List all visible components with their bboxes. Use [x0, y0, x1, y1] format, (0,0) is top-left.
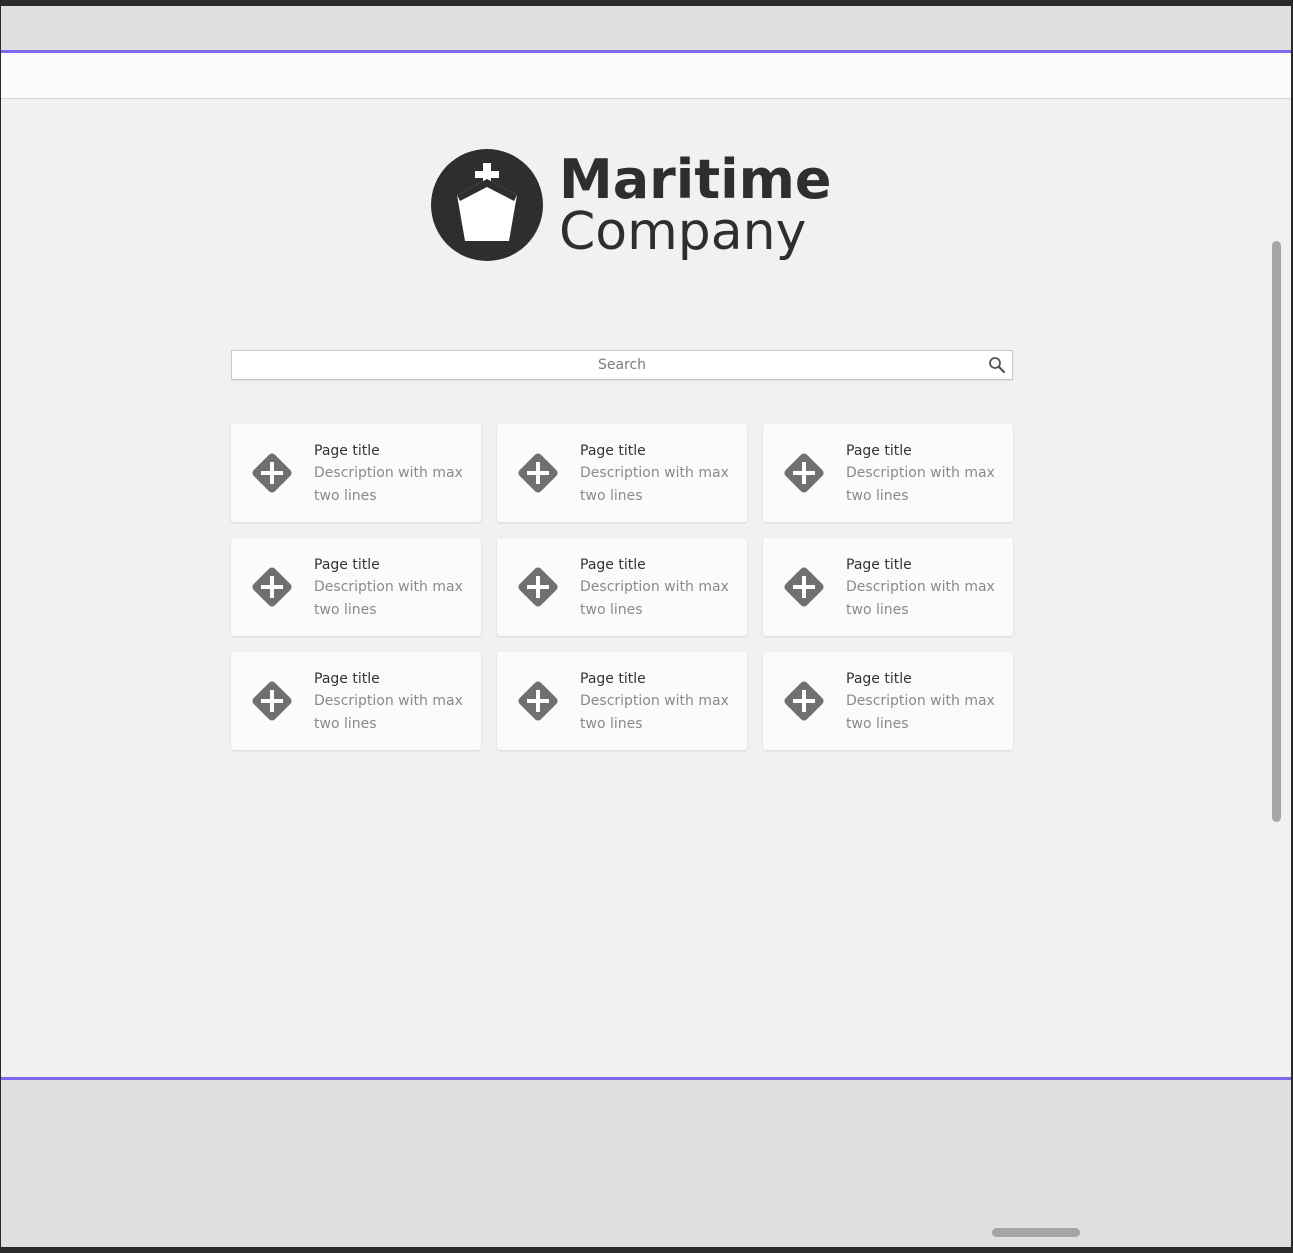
page-card[interactable]: Page title Description with max two lines — [763, 652, 1013, 750]
bottom-chrome — [1, 1080, 1291, 1247]
card-title: Page title — [846, 671, 912, 687]
search-icon[interactable] — [988, 356, 1006, 374]
card-title: Page title — [314, 443, 380, 459]
header-bar — [1, 53, 1291, 99]
page-card[interactable]: Page title Description with max two lines — [763, 424, 1013, 522]
card-description: Description with max two lines — [314, 579, 463, 618]
card-description: Description with max two lines — [846, 579, 995, 618]
page-card[interactable]: Page title Description with max two lines — [231, 424, 481, 522]
add-diamond-icon — [784, 567, 824, 607]
add-diamond-icon — [518, 453, 558, 493]
card-description: Description with max two lines — [846, 693, 995, 732]
home-indicator[interactable] — [992, 1228, 1080, 1237]
page-card[interactable]: Page title Description with max two lines — [231, 652, 481, 750]
card-title: Page title — [580, 443, 646, 459]
card-title: Page title — [314, 671, 380, 687]
add-diamond-icon — [252, 453, 292, 493]
top-chrome — [1, 6, 1291, 50]
page-card[interactable]: Page title Description with max two lines — [497, 424, 747, 522]
add-diamond-icon — [252, 567, 292, 607]
card-description: Description with max two lines — [580, 693, 729, 732]
app-frame: Maritime Company Page title Description w… — [1, 6, 1291, 1247]
add-diamond-icon — [518, 681, 558, 721]
page-card[interactable]: Page title Description with max two lines — [497, 652, 747, 750]
card-title: Page title — [580, 557, 646, 573]
ship-icon — [431, 149, 543, 261]
company-logo: Maritime Company — [431, 149, 851, 269]
card-title: Page title — [846, 557, 912, 573]
add-diamond-icon — [518, 567, 558, 607]
page-card-grid: Page title Description with max two lines… — [231, 424, 1014, 750]
logo-line-1: Maritime — [559, 148, 832, 211]
card-title: Page title — [314, 557, 380, 573]
card-description: Description with max two lines — [580, 465, 729, 504]
main-content: Maritime Company Page title Description w… — [1, 99, 1291, 1077]
add-diamond-icon — [784, 681, 824, 721]
vertical-scrollbar[interactable] — [1272, 241, 1281, 822]
page-card[interactable]: Page title Description with max two lines — [763, 538, 1013, 636]
card-description: Description with max two lines — [314, 693, 463, 732]
search-input[interactable] — [232, 351, 1012, 379]
search-bar — [231, 350, 1013, 380]
page-card[interactable]: Page title Description with max two lines — [231, 538, 481, 636]
card-description: Description with max two lines — [314, 465, 463, 504]
add-diamond-icon — [252, 681, 292, 721]
card-description: Description with max two lines — [846, 465, 995, 504]
add-diamond-icon — [784, 453, 824, 493]
card-description: Description with max two lines — [580, 579, 729, 618]
card-title: Page title — [580, 671, 646, 687]
card-title: Page title — [846, 443, 912, 459]
page-card[interactable]: Page title Description with max two lines — [497, 538, 747, 636]
logo-line-2: Company — [559, 202, 807, 262]
